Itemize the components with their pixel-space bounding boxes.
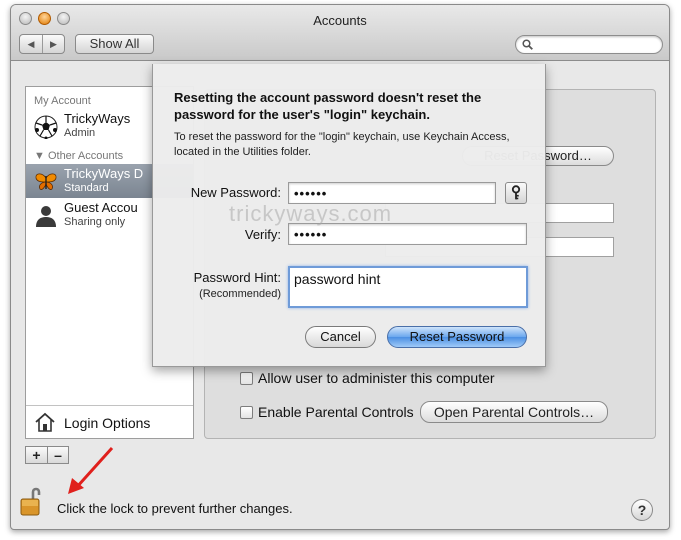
account-role: Standard — [64, 182, 109, 194]
verify-label: Verify: — [244, 227, 281, 242]
parental-controls-checkbox[interactable] — [240, 406, 253, 419]
account-name: TrickyWays D — [64, 166, 144, 181]
red-arrow-annotation — [68, 446, 114, 494]
sheet-title: Resetting the account password doesn't r… — [174, 90, 482, 122]
nav-buttons: ◀ ▶ — [19, 34, 65, 54]
lock-status-text: Click the lock to prevent further change… — [57, 501, 293, 516]
parental-controls-label: Enable Parental Controls — [258, 404, 414, 420]
chevron-right-icon[interactable]: ▶ — [42, 35, 64, 53]
other-accounts-header: ▼ Other Accounts — [34, 150, 123, 162]
search-input[interactable] — [515, 35, 663, 54]
login-options-label: Login Options — [64, 415, 151, 431]
password-assistant-button[interactable] — [505, 182, 527, 204]
account-role: Sharing only — [64, 216, 126, 228]
account-role: Admin — [64, 127, 96, 139]
other-accounts-label: Other Accounts — [47, 150, 124, 162]
window-title: Accounts — [313, 13, 367, 28]
search-icon — [522, 39, 533, 50]
reset-password-confirm-button[interactable]: Reset Password — [387, 326, 527, 348]
disclosure-triangle-icon[interactable]: ▼ — [34, 150, 45, 162]
account-name: Guest Accou — [64, 200, 138, 215]
help-button[interactable]: ? — [631, 499, 653, 521]
add-account-button[interactable]: + — [26, 447, 47, 463]
soccer-ball-icon — [34, 115, 58, 139]
login-options-item[interactable]: Login Options — [26, 405, 193, 438]
password-hint-sublabel: (Recommended) — [199, 288, 281, 300]
house-icon — [35, 412, 55, 432]
password-hint-field[interactable]: password hint — [288, 266, 528, 308]
chevron-left-icon[interactable]: ◀ — [20, 35, 42, 53]
open-parental-controls-button[interactable]: Open Parental Controls… — [420, 401, 608, 423]
watermark: trickyways.com — [229, 201, 393, 226]
password-hint-label: Password Hint: — [193, 270, 281, 285]
unlocked-padlock-icon[interactable] — [19, 485, 47, 517]
cancel-button[interactable]: Cancel — [305, 326, 376, 348]
person-silhouette-icon — [36, 206, 56, 227]
key-icon — [511, 185, 521, 200]
account-name: TrickyWays — [64, 111, 131, 126]
allow-admin-checkbox[interactable] — [240, 372, 253, 385]
title-bar: Accounts ◀ ▶ Show All — [11, 5, 669, 61]
new-password-label: New Password: — [190, 185, 281, 200]
show-all-button[interactable]: Show All — [75, 34, 154, 54]
butterfly-icon — [35, 173, 57, 190]
my-account-header: My Account — [34, 95, 91, 107]
sheet-description: To reset the password for the "login" ke… — [174, 131, 510, 158]
allow-admin-label: Allow user to administer this computer — [258, 370, 495, 386]
